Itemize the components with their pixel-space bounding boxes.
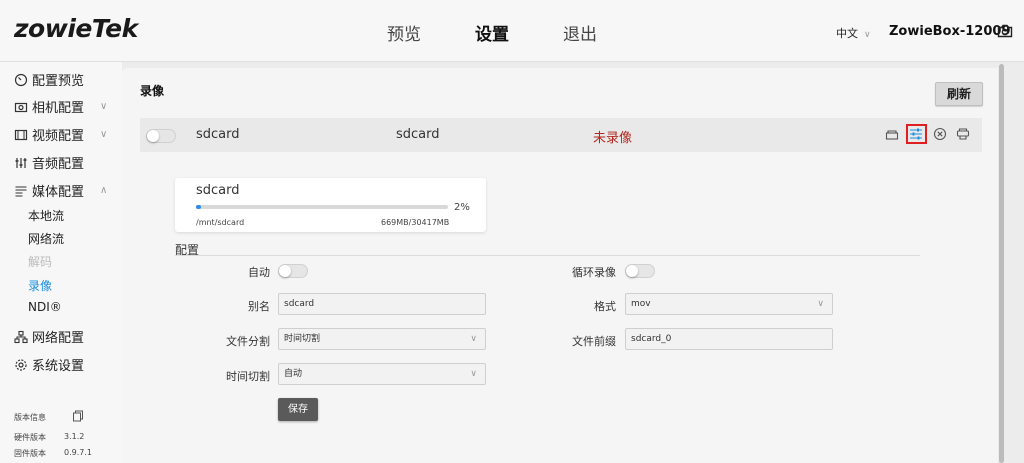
file-split-value: 时间切割 <box>284 334 321 344</box>
storage-path: /mnt/sdcard <box>196 218 245 227</box>
page-title: 录像 <box>140 84 165 98</box>
chevron-down-icon: ∨ <box>817 299 824 309</box>
device-name: ZowieBox-12009 <box>889 24 1011 39</box>
sliders-icon[interactable] <box>909 127 923 141</box>
storage-percent: 2% <box>454 202 470 213</box>
film-icon <box>14 129 28 140</box>
sidebar-item-audio-config[interactable]: 音频配置 <box>14 153 84 172</box>
format-select[interactable]: mov ∨ <box>625 293 833 315</box>
file-split-label: 文件分割 <box>226 335 270 348</box>
scrollbar[interactable] <box>999 64 1004 463</box>
sidebar-item-label: 媒体配置 <box>32 185 85 200</box>
firmware-version-value: 0.9.7.1 <box>64 448 92 457</box>
storage-progress-bar <box>196 205 448 209</box>
hardware-version-value: 3.1.2 <box>64 432 85 441</box>
device-enable-toggle[interactable] <box>146 129 176 143</box>
alias-label: 别名 <box>248 300 270 313</box>
copy-icon[interactable] <box>72 410 84 422</box>
sidebar-item-label: 相机配置 <box>32 101 85 116</box>
version-info-title: 版本信息 <box>14 413 46 422</box>
close-circle-icon[interactable] <box>933 127 947 141</box>
format-value: mov <box>631 299 651 309</box>
sidebar-sub-network-stream[interactable]: 网络流 <box>28 230 64 247</box>
top-header: zowieTek 预览 设置 退出 中文 ∨ ZowieBox-12009 <box>0 0 1024 62</box>
eject-icon[interactable] <box>956 127 970 141</box>
sidebar <box>0 62 122 463</box>
sidebar-sub-local-stream[interactable]: 本地流 <box>28 207 64 224</box>
zowietek-logo: zowieTek <box>14 14 138 43</box>
sidebar-item-system-settings[interactable]: 系统设置 <box>14 355 84 374</box>
camera-icon[interactable] <box>997 24 1013 38</box>
chevron-up-icon: ∧ <box>100 185 108 196</box>
firmware-version-label: 固件版本 <box>14 449 46 458</box>
nav-exit[interactable]: 退出 <box>563 20 597 45</box>
file-split-select[interactable]: 时间切割 ∨ <box>278 328 486 350</box>
sidebar-item-label: 视频配置 <box>32 129 85 144</box>
chevron-down-icon: ∨ <box>864 30 871 40</box>
device-row <box>140 118 982 152</box>
loop-recording-toggle[interactable] <box>625 264 655 278</box>
gauge-icon <box>14 73 28 86</box>
file-prefix-label: 文件前缀 <box>572 335 616 348</box>
language-label: 中文 <box>836 27 858 40</box>
sidebar-sub-ndi[interactable]: NDI® <box>28 300 62 314</box>
recording-status: 未录像 <box>593 131 633 146</box>
loop-recording-label: 循环录像 <box>572 266 616 279</box>
network-icon <box>14 330 28 343</box>
divider <box>175 255 920 256</box>
language-select[interactable]: 中文 ∨ <box>836 25 871 41</box>
time-split-label: 时间切割 <box>226 370 270 383</box>
auto-toggle[interactable] <box>278 264 308 278</box>
equalizer-icon <box>15 157 27 168</box>
gear-icon <box>15 358 27 371</box>
chevron-down-icon: ∨ <box>470 369 477 379</box>
device-name-cell: sdcard <box>196 127 240 142</box>
storage-tray-icon[interactable] <box>885 127 899 141</box>
chevron-down-icon: ∨ <box>100 101 108 112</box>
device-alias-cell: sdcard <box>396 127 440 142</box>
sidebar-item-label: 系统设置 <box>32 359 85 374</box>
camera-icon <box>14 102 28 112</box>
time-split-select[interactable]: 自动 ∨ <box>278 363 486 385</box>
sidebar-item-media-config[interactable]: 媒体配置 ∧ <box>14 181 107 200</box>
sidebar-item-label: 音频配置 <box>32 157 85 172</box>
sidebar-item-label: 网络配置 <box>32 331 85 346</box>
chevron-down-icon: ∨ <box>470 334 477 344</box>
media-list-icon <box>15 185 27 197</box>
sidebar-item-config-preview[interactable]: 配置预览 <box>14 70 84 89</box>
nav-preview[interactable]: 预览 <box>387 20 421 45</box>
storage-progress-fill <box>196 205 202 209</box>
auto-label: 自动 <box>248 266 270 279</box>
sidebar-item-camera-config[interactable]: 相机配置 ∨ <box>14 97 107 116</box>
chevron-down-icon: ∨ <box>100 129 108 140</box>
sidebar-sub-recording[interactable]: 录像 <box>28 277 52 294</box>
sidebar-item-label: 配置预览 <box>32 74 85 89</box>
alias-input[interactable]: sdcard <box>278 293 486 315</box>
nav-settings[interactable]: 设置 <box>475 20 509 45</box>
file-prefix-input[interactable]: sdcard_0 <box>625 328 833 350</box>
time-split-value: 自动 <box>284 369 303 379</box>
sidebar-item-network-config[interactable]: 网络配置 <box>14 327 84 346</box>
refresh-button[interactable]: 刷新 <box>935 82 983 106</box>
save-button[interactable]: 保存 <box>278 398 318 421</box>
sidebar-sub-decode: 解码 <box>28 255 53 269</box>
storage-name: sdcard <box>196 183 240 198</box>
format-label: 格式 <box>594 300 616 313</box>
hardware-version-label: 硬件版本 <box>14 433 46 442</box>
storage-size: 669MB/30417MB <box>381 218 450 227</box>
sidebar-item-video-config[interactable]: 视频配置 ∨ <box>14 125 107 144</box>
